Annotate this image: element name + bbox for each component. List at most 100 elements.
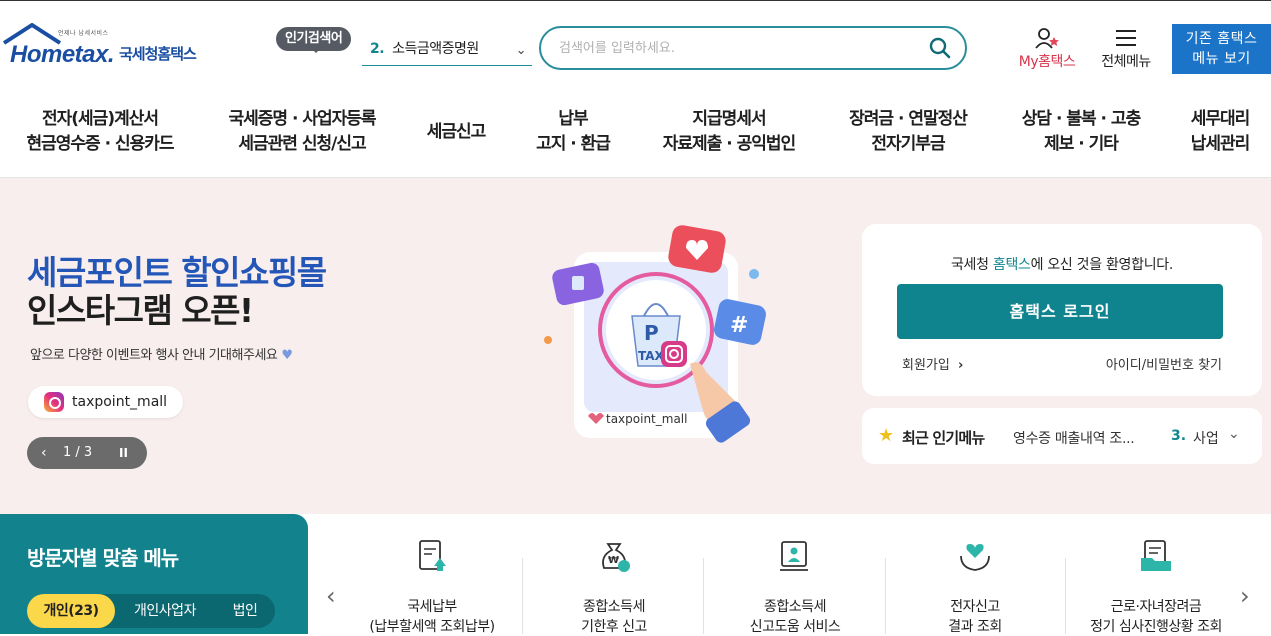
quick-menu: ‹ › 국세납부 (납부할세액 조회납부) ₩ 종합소득세 기한후 신고 종합소… bbox=[308, 514, 1271, 635]
gnb-label: 납세관리 bbox=[1190, 134, 1251, 154]
gnb-label: 현금영수증 · 신용카드 bbox=[26, 134, 174, 154]
quick-item-label: 결과 조회 bbox=[948, 619, 1002, 635]
logo-korean: 국세청홈택스 bbox=[119, 45, 197, 63]
quick-item-e-filing-result[interactable]: 전자신고 결과 조회 bbox=[885, 538, 1065, 635]
popular-term: 소득금액증명원 bbox=[392, 41, 479, 57]
divider bbox=[703, 558, 704, 634]
visitor-tabs: 개인(23) 개인사업자 법인 bbox=[27, 594, 275, 628]
gnb-item-e-invoice[interactable]: 전자(세금)계산서 현금영수증 · 신용카드 bbox=[20, 107, 180, 157]
welcome-highlight: 홈택스 bbox=[992, 257, 1031, 273]
recent-popular-menu[interactable]: ★ 최근 인기메뉴 영수증 매출내역 조... 3. 사업 ⌄ bbox=[862, 408, 1262, 464]
tax-bill-icon bbox=[419, 540, 446, 571]
hometax-logo[interactable]: 언제나 납세서비스 Hometax. 국세청홈택스 bbox=[2, 23, 217, 73]
chevron-left-icon[interactable]: ‹ bbox=[41, 437, 47, 469]
chevron-down-icon[interactable]: ⌄ bbox=[1228, 426, 1240, 442]
pager-count: 1 / 3 bbox=[63, 445, 93, 460]
popular-search-select[interactable]: 2. 소득금액증명원 ⌄ bbox=[362, 35, 532, 66]
logo-tagline: 언제나 납세서비스 bbox=[58, 30, 109, 37]
gnb-label: 세무대리 bbox=[1190, 109, 1251, 129]
quick-item-label: 신고도움 서비스 bbox=[749, 619, 841, 635]
login-button[interactable]: 홈택스 로그인 bbox=[897, 284, 1223, 339]
quick-item-label: 종합소득세 bbox=[764, 599, 826, 615]
divider bbox=[522, 558, 523, 634]
gnb-label: 납부 bbox=[558, 109, 588, 129]
popular-rank: 2. bbox=[370, 41, 385, 57]
login-card: 국세청 홈택스에 오신 것을 환영합니다. 홈택스 로그인 회원가입 › 아이디… bbox=[862, 224, 1262, 396]
gnb-label: 장려금 · 연말정산 bbox=[849, 109, 968, 129]
instagram-promo-illustration: P TAX # taxpoint_mall bbox=[544, 225, 766, 443]
global-nav: 전자(세금)계산서 현금영수증 · 신용카드 국세증명 · 사업자등록 세금관련… bbox=[0, 96, 1271, 178]
pause-icon[interactable]: II bbox=[119, 437, 128, 469]
svg-text:₩: ₩ bbox=[608, 555, 619, 566]
welcome-message: 국세청 홈택스에 오신 것을 환영합니다. bbox=[862, 254, 1262, 274]
tab-sole-proprietor[interactable]: 개인사업자 bbox=[119, 594, 211, 628]
quick-item-label: 종합소득세 bbox=[583, 599, 645, 615]
banner-subtitle-text: 앞으로 다양한 이벤트와 행사 안내 기대해주세요 bbox=[30, 348, 278, 363]
document-person-icon bbox=[780, 541, 808, 571]
quick-item-income-late[interactable]: ₩ 종합소득세 기한후 신고 bbox=[524, 538, 704, 635]
main-banner: 세금포인트 할인쇼핑몰 인스타그램 오픈! 앞으로 다양한 이벤트와 행사 안내… bbox=[0, 178, 1271, 514]
user-icon bbox=[1035, 28, 1059, 49]
gnb-item-certificate[interactable]: 국세증명 · 사업자등록 세금관련 신청/신고 bbox=[219, 107, 385, 157]
search-input[interactable] bbox=[559, 37, 919, 59]
banner-title-line2[interactable]: 인스타그램 오픈! bbox=[27, 284, 254, 332]
instagram-icon bbox=[44, 392, 64, 412]
gnb-label: 전자(세금)계산서 bbox=[41, 109, 159, 129]
popular-search-badge: 인기검색어 bbox=[276, 27, 352, 53]
quick-item-income-help[interactable]: 종합소득세 신고도움 서비스 bbox=[705, 538, 885, 635]
gnb-item-consult[interactable]: 상담 · 불복 · 고충 제보 · 기타 bbox=[1008, 107, 1154, 157]
gnb-label: 세금신고 bbox=[426, 122, 487, 142]
search-icon[interactable] bbox=[929, 37, 951, 59]
star-icon: ★ bbox=[878, 425, 895, 446]
chevron-right-icon: › bbox=[957, 358, 964, 373]
money-bag-icon: ₩ bbox=[602, 543, 630, 572]
all-menu-label: 전체메뉴 bbox=[1101, 54, 1151, 70]
tab-corporation[interactable]: 법인 bbox=[217, 594, 273, 628]
gnb-label: 세금관련 신청/신고 bbox=[238, 134, 366, 154]
signup-link[interactable]: 회원가입 › bbox=[902, 354, 963, 373]
gnb-item-tax-report[interactable]: 세금신고 bbox=[418, 120, 494, 145]
logo-brand: Hometax. bbox=[10, 41, 115, 68]
visitor-menu-panel: 방문자별 맞춤 메뉴 개인(23) 개인사업자 법인 bbox=[0, 514, 308, 634]
bag-letter: P bbox=[644, 321, 659, 345]
tab-individual[interactable]: 개인(23) bbox=[27, 594, 115, 628]
chevron-left-icon[interactable]: ‹ bbox=[326, 582, 336, 610]
folder-document-icon bbox=[1141, 540, 1171, 571]
find-id-password-link[interactable]: 아이디/비밀번호 찾기 bbox=[1106, 354, 1222, 373]
gnb-label: 상담 · 불복 · 고충 bbox=[1021, 109, 1141, 129]
gnb-label: 지급명세서 bbox=[692, 109, 766, 129]
gnb-item-statement[interactable]: 지급명세서 자료제출 · 공익법인 bbox=[656, 107, 802, 157]
quick-item-label: 국세납부 bbox=[407, 599, 457, 615]
quick-item-label: (납부할세액 조회납부) bbox=[369, 619, 495, 635]
gnb-item-payment[interactable]: 납부 고지 · 환급 bbox=[530, 107, 616, 157]
quick-item-tax-payment[interactable]: 국세납부 (납부할세액 조회납부) bbox=[342, 538, 522, 635]
heart-hands-icon bbox=[960, 544, 990, 571]
quick-item-label: 기한후 신고 bbox=[581, 619, 647, 635]
recent-category[interactable]: 사업 bbox=[1193, 428, 1219, 448]
gnb-item-agent[interactable]: 세무대리 납세관리 bbox=[1184, 107, 1256, 157]
heart-icon: ♥ bbox=[281, 348, 293, 363]
old-hometax-line1: 기존 홈택스 bbox=[1185, 31, 1258, 47]
all-menu-button[interactable]: 전체메뉴 bbox=[1093, 27, 1159, 71]
old-hometax-menu-button[interactable]: 기존 홈택스 메뉴 보기 bbox=[1172, 24, 1271, 74]
card-tag-text: taxpoint_mall bbox=[606, 412, 687, 426]
gnb-label: 제보 · 기타 bbox=[1044, 134, 1119, 154]
my-hometax-button[interactable]: My홈택스 bbox=[1009, 27, 1085, 71]
welcome-post: 에 오신 것을 환영합니다. bbox=[1030, 257, 1174, 273]
recent-item[interactable]: 영수증 매출내역 조... bbox=[1013, 428, 1135, 448]
banner-pager: ‹ 1 / 3 II bbox=[27, 437, 147, 469]
recent-rank: 3. bbox=[1171, 428, 1187, 444]
quick-item-incentive-review[interactable]: 근로·자녀장려금 정기 심사진행상황 조회 bbox=[1066, 538, 1246, 635]
recent-title: 최근 인기메뉴 bbox=[902, 429, 985, 447]
quick-item-label: 정기 심사진행상황 조회 bbox=[1090, 619, 1222, 635]
my-hometax-label: My홈택스 bbox=[1018, 54, 1076, 70]
signup-label: 회원가입 bbox=[902, 358, 950, 373]
welcome-pre: 국세청 bbox=[950, 257, 993, 273]
gnb-item-incentive[interactable]: 장려금 · 연말정산 전자기부금 bbox=[840, 107, 976, 157]
gnb-label: 전자기부금 bbox=[871, 134, 945, 154]
header: 언제나 납세서비스 Hometax. 국세청홈택스 인기검색어 2. 소득금액증명… bbox=[0, 1, 1271, 89]
quick-item-label: 근로·자녀장려금 bbox=[1110, 599, 1202, 615]
chevron-down-icon: ⌄ bbox=[515, 43, 527, 58]
instagram-tag-button[interactable]: taxpoint_mall bbox=[28, 386, 184, 418]
gnb-label: 고지 · 환급 bbox=[536, 134, 611, 154]
